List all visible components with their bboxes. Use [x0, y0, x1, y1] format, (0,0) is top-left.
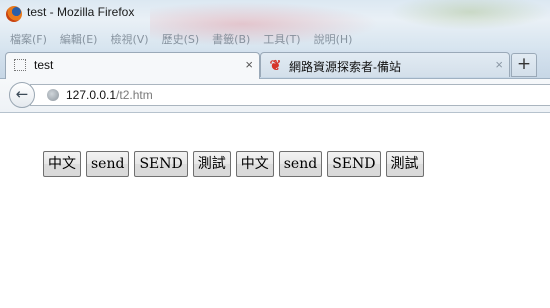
window-titlebar: test - Mozilla Firefox 檔案(F) 編輯(E) 檢視(V)…: [0, 0, 550, 50]
globe-icon: [47, 89, 59, 101]
test-button[interactable]: 測試: [192, 151, 231, 177]
button-row: 中文 send SEND 測試 中文 send SEND 測試: [43, 151, 424, 177]
menubar: 檔案(F) 編輯(E) 檢視(V) 歷史(S) 書籤(B) 工具(T) 說明(H…: [10, 31, 352, 47]
url-bar[interactable]: 127.0.0.1/t2.htm: [30, 84, 550, 106]
red-site-icon: ❦: [269, 57, 282, 73]
chinese-button[interactable]: 中文: [235, 151, 274, 177]
menu-tools[interactable]: 工具(T): [263, 31, 300, 47]
test-button[interactable]: 測試: [385, 151, 424, 177]
menu-help[interactable]: 說明(H): [314, 31, 353, 47]
menu-bookmarks[interactable]: 書籤(B): [212, 31, 250, 47]
tab-label: 網路資源探索者-備站: [289, 60, 401, 74]
chinese-button[interactable]: 中文: [43, 151, 81, 177]
window-title: test - Mozilla Firefox: [27, 5, 135, 19]
url-host: 127.0.0.1: [66, 88, 117, 102]
tab-strip: test × ❦ 網路資源探索者-備站 × +: [0, 50, 550, 79]
new-tab-button[interactable]: +: [511, 53, 537, 77]
menu-file[interactable]: 檔案(F): [10, 31, 47, 47]
url-path: /t2.htm: [116, 88, 153, 102]
tab-label: test: [34, 58, 54, 72]
send-button[interactable]: send: [86, 151, 130, 177]
back-button[interactable]: ←: [9, 82, 35, 108]
page-content: 中文 send SEND 測試 中文 send SEND 測試: [0, 113, 550, 308]
url-text: 127.0.0.1/t2.htm: [66, 88, 153, 102]
tab-test[interactable]: test ×: [5, 52, 260, 79]
firefox-logo-icon: [6, 6, 22, 22]
blank-page-icon: [14, 59, 26, 71]
menu-view[interactable]: 檢視(V): [110, 31, 148, 47]
menu-history[interactable]: 歷史(S): [162, 31, 200, 47]
navigation-toolbar: ← 127.0.0.1/t2.htm: [0, 79, 550, 113]
menu-edit[interactable]: 編輯(E): [60, 31, 98, 47]
tab-network-resource-explorer[interactable]: ❦ 網路資源探索者-備站 ×: [260, 52, 510, 77]
send-upper-button[interactable]: SEND: [327, 151, 381, 177]
send-button[interactable]: send: [278, 151, 323, 177]
send-upper-button[interactable]: SEND: [134, 151, 188, 177]
close-tab-icon[interactable]: ×: [495, 57, 503, 72]
close-tab-icon[interactable]: ×: [245, 57, 253, 72]
